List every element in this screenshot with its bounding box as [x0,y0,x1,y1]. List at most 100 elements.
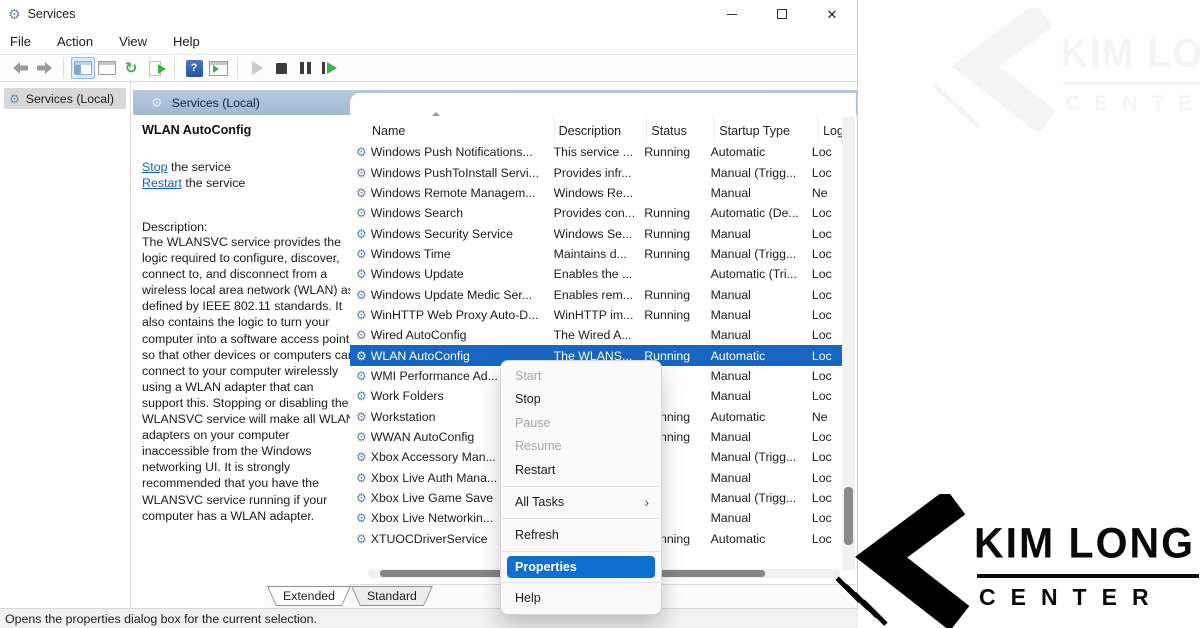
service-startup-cell: Manual [707,227,808,241]
restart-service-button[interactable] [317,57,341,79]
service-logon-cell: Loc [808,267,844,281]
tab-extended[interactable]: Extended [267,586,351,606]
show-action-pane-icon [209,61,228,76]
toolbar: ↻ ? [0,55,857,82]
service-startup-cell: Automatic [707,145,808,159]
column-header-startup-type[interactable]: Startup Type [715,115,819,142]
context-menu-item-all-tasks[interactable]: All Tasks› [501,491,661,515]
kimlong-chevron-icon [930,8,1068,131]
close-icon: ✕ [827,8,838,21]
service-gear-icon: ⚙ [356,268,367,280]
stop-service-link[interactable]: Stop [142,160,168,174]
menu-separator [502,518,660,519]
stop-service-button[interactable] [269,57,293,79]
back-button[interactable] [8,57,32,79]
menu-file[interactable]: File [10,34,31,49]
service-startup-cell: Manual [707,328,808,342]
context-menu-item-resume: Resume [501,435,661,459]
service-startup-cell: Manual [707,369,808,383]
selected-service-name: WLAN AutoConfig [142,123,346,137]
service-startup-cell: Manual [707,288,808,302]
column-header-status[interactable]: Status [647,115,715,142]
service-gear-icon: ⚙ [356,512,367,524]
restart-service-line: Restart the service [142,175,346,191]
service-gear-icon: ⚙ [356,146,367,158]
service-gear-icon: ⚙ [356,329,367,341]
table-row[interactable]: ⚙Windows Update Medic Ser...Enables rem.… [350,284,844,304]
table-row[interactable]: ⚙Windows TimeMaintains d...RunningManual… [350,244,844,264]
context-menu-item-pause: Pause [501,411,661,435]
column-header-name[interactable]: Name [350,115,555,142]
column-headers: NameDescriptionStatusStartup TypeLog [350,115,856,142]
menu-help[interactable]: Help [173,34,200,49]
minimize-button[interactable] [707,0,757,28]
service-gear-icon: ⚙ [356,248,367,260]
table-row[interactable]: ⚙Windows SearchProvides con...RunningAut… [350,203,844,223]
service-startup-cell: Manual (Trigg... [707,491,808,505]
service-logon-cell: Loc [808,308,844,322]
table-row[interactable]: ⚙Windows Security ServiceWindows Se...Ru… [350,223,844,243]
service-logon-cell: Loc [808,430,844,444]
toolbar-separator [174,58,175,78]
show-console-tree-button[interactable] [71,57,95,79]
help-toolbar-button[interactable]: ? [182,57,206,79]
table-row[interactable]: ⚙Windows PushToInstall Servi...Provides … [350,162,844,182]
restart-service-link[interactable]: Restart [142,176,182,190]
close-button[interactable]: ✕ [807,0,857,28]
context-menu-item-properties[interactable]: Properties [507,556,655,578]
services-gear-icon: ⚙ [151,96,163,109]
context-menu-item-restart[interactable]: Restart [501,458,661,482]
column-header-description[interactable]: Description [555,115,648,142]
menu-action[interactable]: Action [57,34,93,49]
refresh-toolbar-button[interactable]: ↻ [119,57,143,79]
table-row[interactable]: ⚙Windows UpdateEnables the ...Automatic … [350,264,844,284]
show-action-pane-button[interactable] [206,57,230,79]
service-startup-cell: Manual (Trigg... [707,166,808,180]
service-description-cell: Windows Re... [550,186,641,200]
context-menu: StartStopPauseResumeRestartAll Tasks›Ref… [500,360,662,615]
service-logon-cell: Loc [808,328,844,342]
context-menu-item-refresh[interactable]: Refresh [501,523,661,547]
service-gear-icon: ⚙ [356,451,367,463]
minimize-icon [727,14,737,15]
menubar: File Action View Help [0,28,857,55]
service-logon-cell: Loc [808,206,844,220]
service-logon-cell: Loc [808,227,844,241]
kimlong-logo: KIM LONG CENTER [832,494,1200,628]
export-list-button[interactable] [143,57,167,79]
service-gear-icon: ⚙ [356,350,367,362]
forward-button[interactable] [32,57,56,79]
table-row[interactable]: ⚙Wired AutoConfigThe Wired A... ManualLoc [350,325,844,345]
service-gear-icon: ⚙ [356,187,367,199]
statusbar: Opens the properties dialog box for the … [0,608,858,628]
maximize-button[interactable] [757,0,807,28]
service-logon-cell: Loc [808,369,844,383]
table-row[interactable]: ⚙Windows Push Notifications...This servi… [350,142,844,162]
context-menu-item-stop[interactable]: Stop [501,388,661,412]
menu-view[interactable]: View [119,34,147,49]
service-detail-panel: WLAN AutoConfig Stop the service Restart… [133,115,350,585]
service-logon-cell: Loc [808,247,844,261]
service-startup-cell: Manual (Trigg... [707,450,808,464]
service-name-cell: ⚙Windows Security Service [350,227,550,241]
properties-toolbar-button[interactable] [95,57,119,79]
table-row[interactable]: ⚙Windows Remote Managem...Windows Re...M… [350,183,844,203]
context-menu-item-help[interactable]: Help [501,587,661,611]
stop-service-icon [276,63,287,74]
service-gear-icon: ⚙ [356,207,367,219]
service-status-cell: Running [640,206,706,220]
service-startup-cell: Manual (Trigg... [707,247,808,261]
tree-item-services-local[interactable]: ⚙ Services (Local) [4,88,126,109]
table-row[interactable]: ⚙WinHTTP Web Proxy Auto-D...WinHTTP im..… [350,305,844,325]
service-startup-cell: Manual [707,186,808,200]
service-name-cell: ⚙Wired AutoConfig [350,328,550,342]
service-description-cell: The Wired A... [550,328,641,342]
sort-ascending-icon [432,112,440,116]
window-title: Services [28,7,76,21]
service-gear-icon: ⚙ [356,228,367,240]
tab-standard[interactable]: Standard [351,586,433,606]
start-service-button[interactable] [245,57,269,79]
service-logon-cell: Ne [808,410,844,424]
pause-service-button[interactable] [293,57,317,79]
console-tree: ⚙ Services (Local) [0,82,131,608]
